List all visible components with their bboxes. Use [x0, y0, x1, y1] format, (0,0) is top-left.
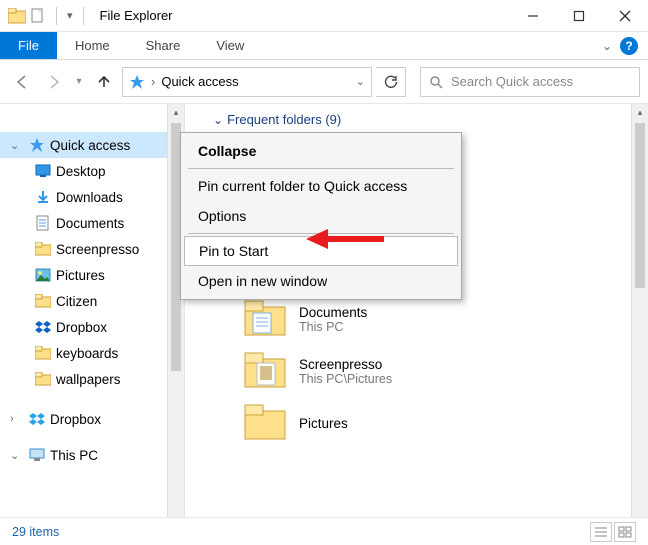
separator	[188, 168, 454, 169]
documents-icon	[34, 214, 52, 232]
titlebar: ▾ File Explorer	[0, 0, 648, 32]
tree-quick-access[interactable]: ⌄ Quick access	[0, 132, 184, 158]
forward-button[interactable]	[40, 68, 68, 96]
tree-item-citizen[interactable]: Citizen	[0, 288, 184, 314]
folder-item-documents[interactable]: Documents This PC	[213, 293, 648, 345]
recent-dropdown[interactable]: ▾	[72, 68, 86, 96]
tree-item-desktop[interactable]: Desktop	[0, 158, 184, 184]
chevron-right-icon[interactable]: ›	[151, 74, 155, 89]
frequent-folders-heading[interactable]: ⌄ Frequent folders (9)	[213, 112, 648, 127]
tree-this-pc[interactable]: ⌄ This PC	[0, 442, 184, 468]
new-doc-icon[interactable]	[30, 8, 46, 24]
details-view-button[interactable]	[590, 522, 612, 542]
ctx-pin-to-start[interactable]: Pin to Start	[184, 236, 458, 266]
folder-icon	[34, 240, 52, 258]
folder-icon	[34, 344, 52, 362]
folder-item-screenpresso[interactable]: Screenpresso This PC\Pictures	[213, 345, 648, 397]
folder-icon	[34, 292, 52, 310]
home-tab[interactable]: Home	[57, 32, 128, 59]
status-bar: 29 items	[0, 517, 648, 545]
folder-location: This PC	[299, 320, 367, 334]
tree-item-wallpapers[interactable]: wallpapers	[0, 366, 184, 392]
ribbon-tabs: File Home Share View ⌄ ?	[0, 32, 648, 60]
tree-item-label: Downloads	[56, 190, 123, 205]
pc-icon	[28, 446, 46, 464]
heading-text: Frequent folders (9)	[227, 112, 341, 127]
icons-view-button[interactable]	[614, 522, 636, 542]
tree-label: Quick access	[50, 138, 130, 153]
tree-item-label: wallpapers	[56, 372, 121, 387]
address-bar[interactable]: › Quick access ⌄	[122, 67, 372, 97]
folder-name: Screenpresso	[299, 357, 392, 372]
folder-icon	[243, 403, 287, 443]
tree-item-label: Desktop	[56, 164, 106, 179]
search-input[interactable]	[451, 74, 631, 89]
nav-row: ▾ › Quick access ⌄	[0, 60, 648, 104]
search-box[interactable]	[420, 67, 640, 97]
scroll-up-icon[interactable]: ▴	[632, 104, 648, 121]
tree-label: This PC	[50, 448, 98, 463]
star-icon	[129, 74, 145, 90]
chevron-down-icon[interactable]: ⌄	[10, 139, 24, 152]
minimize-button[interactable]	[510, 0, 556, 32]
chevron-down-icon[interactable]: ⌄	[213, 113, 223, 127]
address-dropdown-icon[interactable]: ⌄	[356, 75, 365, 88]
tree-item-downloads[interactable]: Downloads	[0, 184, 184, 210]
qat-dropdown[interactable]: ▾	[67, 9, 73, 22]
tree-item-documents[interactable]: Documents	[0, 210, 184, 236]
tree-item-keyboards[interactable]: keyboards	[0, 340, 184, 366]
maximize-button[interactable]	[556, 0, 602, 32]
window-title: File Explorer	[100, 8, 173, 23]
folder-icon	[34, 370, 52, 388]
view-tab[interactable]: View	[198, 32, 262, 59]
file-explorer-icon	[8, 8, 26, 24]
share-tab[interactable]: Share	[128, 32, 199, 59]
close-button[interactable]	[602, 0, 648, 32]
star-icon	[28, 136, 46, 154]
tree-dropbox-root[interactable]: › Dropbox	[0, 406, 184, 432]
tree-item-pictures[interactable]: Pictures	[0, 262, 184, 288]
folder-icon	[243, 351, 287, 391]
address-text: Quick access	[161, 74, 349, 89]
search-icon	[429, 75, 443, 89]
separator	[188, 233, 454, 234]
ctx-open-new-window[interactable]: Open in new window	[184, 266, 458, 296]
folder-icon	[243, 299, 287, 339]
folder-name: Documents	[299, 305, 367, 320]
tree-item-screenpresso[interactable]: Screenpresso	[0, 236, 184, 262]
tree-item-label: keyboards	[56, 346, 118, 361]
context-menu: Collapse Pin current folder to Quick acc…	[180, 132, 462, 300]
folder-item-pictures[interactable]: Pictures	[213, 397, 648, 449]
content-scrollbar[interactable]: ▴	[631, 104, 648, 517]
downloads-icon	[34, 188, 52, 206]
expand-ribbon-icon[interactable]: ⌄	[602, 39, 612, 53]
back-button[interactable]	[8, 68, 36, 96]
tree-item-dropbox[interactable]: Dropbox	[0, 314, 184, 340]
chevron-right-icon[interactable]: ›	[10, 413, 24, 425]
folder-location: This PC\Pictures	[299, 372, 392, 386]
file-tab[interactable]: File	[0, 32, 57, 59]
up-button[interactable]	[90, 68, 118, 96]
tree-item-label: Documents	[56, 216, 124, 231]
refresh-button[interactable]	[376, 67, 406, 97]
tree-item-label: Screenpresso	[56, 242, 139, 257]
tree-item-label: Dropbox	[56, 320, 107, 335]
scroll-up-icon[interactable]: ▴	[168, 104, 184, 121]
dropbox-icon	[28, 410, 46, 428]
help-button[interactable]: ?	[620, 37, 638, 55]
tree-item-label: Citizen	[56, 294, 97, 309]
folder-name: Pictures	[299, 416, 348, 431]
ctx-collapse[interactable]: Collapse	[184, 136, 458, 166]
tree-label: Dropbox	[50, 412, 101, 427]
navigation-pane: ⌄ Quick access Desktop Downloads Documen…	[0, 104, 185, 517]
tree-item-label: Pictures	[56, 268, 105, 283]
ctx-pin-quick-access[interactable]: Pin current folder to Quick access	[184, 171, 458, 201]
ctx-options[interactable]: Options	[184, 201, 458, 231]
desktop-icon	[34, 162, 52, 180]
chevron-down-icon[interactable]: ⌄	[10, 449, 24, 462]
dropbox-icon	[34, 318, 52, 336]
pictures-icon	[34, 266, 52, 284]
item-count: 29 items	[12, 525, 59, 539]
